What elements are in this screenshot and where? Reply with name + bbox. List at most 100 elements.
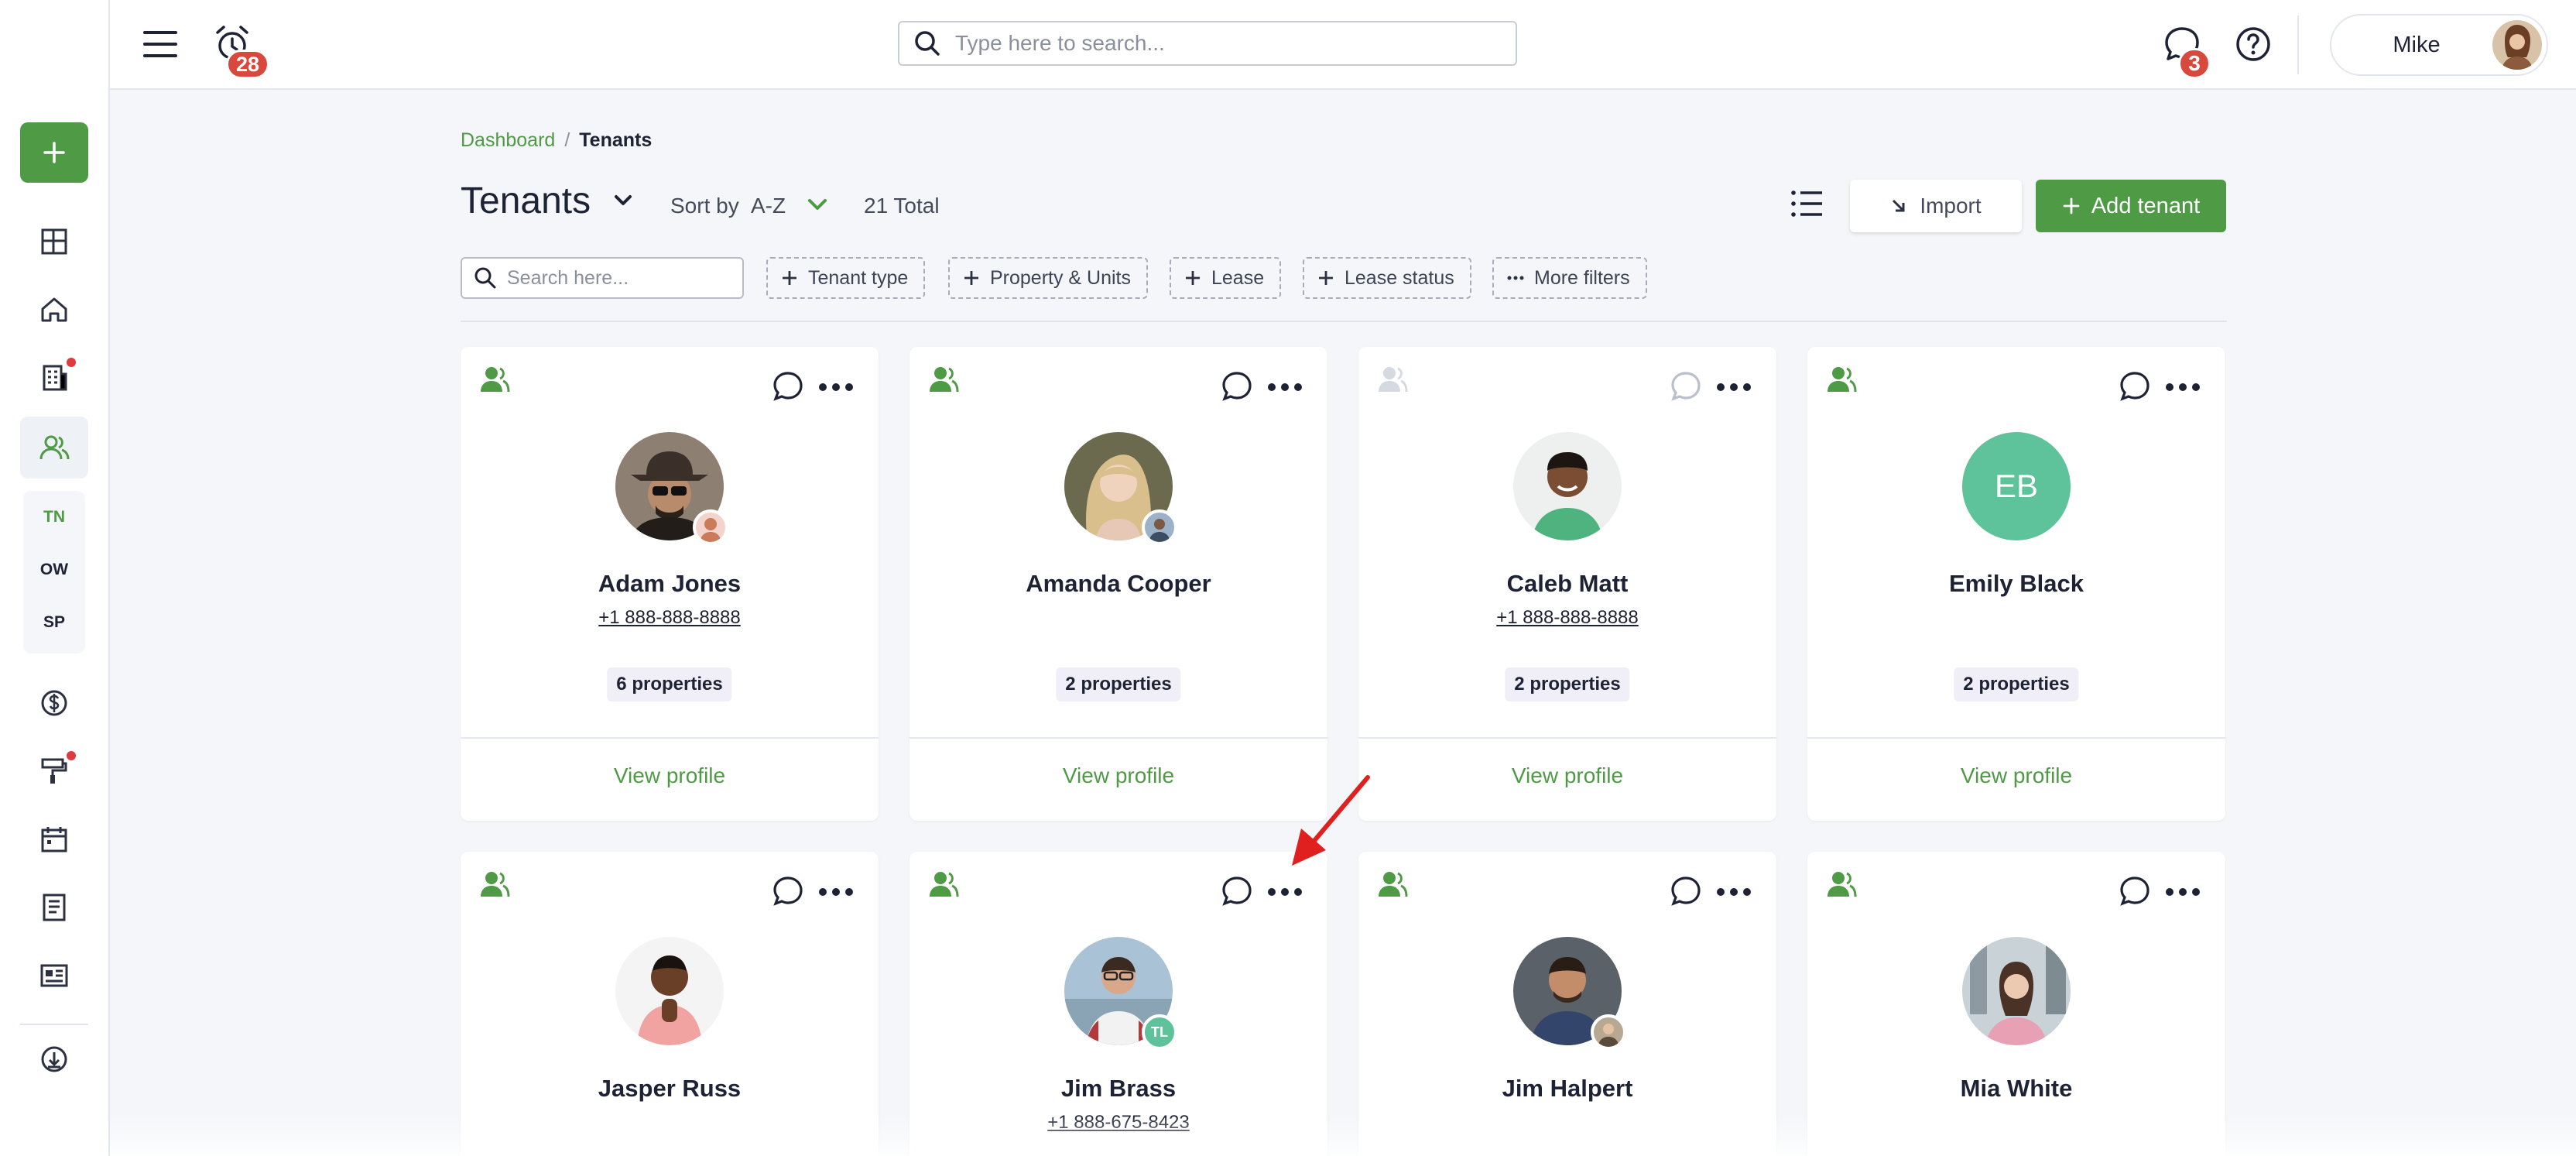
list-view-icon[interactable] [1790, 186, 1825, 221]
sidebar-item-leases[interactable] [20, 347, 88, 409]
message-tenant-icon[interactable] [2119, 370, 2151, 403]
user-menu[interactable]: Mike [2330, 14, 2548, 76]
notification-dot [67, 751, 76, 760]
tenant-name: Adam Jones [598, 570, 742, 597]
filter-tenant-type[interactable]: Tenant type [766, 257, 926, 299]
cloud-download-icon [41, 1046, 67, 1072]
tenant-type-icon [481, 872, 510, 897]
sidebar-item-documents[interactable] [20, 876, 88, 938]
document-icon [43, 894, 66, 921]
message-tenant-icon[interactable] [1670, 875, 1702, 907]
tenant-avatar[interactable]: TL [1064, 937, 1177, 1050]
tenant-phone[interactable]: +1 888-888-8888 [1358, 607, 1776, 629]
search-icon [915, 31, 940, 56]
search-icon [474, 267, 496, 289]
sidebar-divider [20, 1024, 88, 1025]
people-icon [39, 435, 70, 460]
page-title[interactable]: Tenants [461, 180, 591, 222]
tenant-avatar[interactable] [1064, 432, 1177, 545]
tenant-avatar[interactable] [1513, 937, 1626, 1050]
sidebar-item-people[interactable] [20, 417, 88, 479]
tenant-type-icon [1379, 367, 1408, 393]
tenant-avatar[interactable] [615, 432, 728, 545]
hamburger-menu-icon[interactable] [141, 25, 180, 63]
global-search[interactable] [898, 21, 1517, 66]
tenant-name: Caleb Matt [1506, 570, 1629, 597]
user-name: Mike [2393, 32, 2441, 57]
sidebar-sub-service-pros[interactable]: SP [23, 613, 85, 632]
view-profile-link[interactable]: View profile [461, 763, 879, 788]
tenant-photo [1962, 937, 2071, 1045]
card-divider [1807, 737, 2225, 739]
message-tenant-icon[interactable] [1670, 370, 1702, 403]
message-tenant-icon[interactable] [1221, 370, 1253, 403]
tenant-card: TL Jim Brass +1 888-675-8423 [909, 852, 1327, 1156]
message-tenant-icon[interactable] [1221, 875, 1253, 907]
import-button[interactable]: Import [1850, 180, 2022, 232]
sidebar: TN OW SP [0, 0, 110, 1156]
tenant-search[interactable] [461, 257, 744, 299]
view-profile-link[interactable]: View profile [909, 763, 1327, 788]
tenant-avatar[interactable]: EB [1962, 432, 2071, 540]
message-tenant-icon[interactable] [772, 370, 804, 403]
quick-add-button[interactable] [20, 122, 88, 183]
sidebar-item-reports[interactable] [20, 945, 88, 1007]
card-divider [461, 737, 879, 739]
total-count: 21 Total [864, 194, 940, 218]
import-label: Import [1920, 194, 1982, 218]
linked-contact-initials: TL [1142, 1014, 1177, 1050]
building-document-icon [43, 365, 67, 391]
dashboard-icon [41, 228, 67, 255]
filters-divider [461, 321, 2227, 322]
more-options-icon[interactable] [2163, 372, 2202, 403]
sidebar-item-dashboard[interactable] [20, 211, 88, 273]
tenant-card: Jasper Russ [461, 852, 879, 1156]
more-options-icon[interactable] [2163, 876, 2202, 907]
tenant-avatar[interactable] [1962, 937, 2071, 1045]
sidebar-item-calendar[interactable] [20, 808, 88, 870]
filter-lease-status[interactable]: Lease status [1303, 257, 1471, 299]
filter-label: Tenant type [808, 266, 909, 289]
help-icon[interactable] [2234, 25, 2273, 63]
more-options-icon[interactable] [817, 876, 855, 907]
message-tenant-icon[interactable] [772, 875, 804, 907]
more-options-icon[interactable] [1714, 372, 1753, 403]
view-profile-link[interactable]: View profile [1807, 763, 2225, 788]
tenant-card: Jim Halpert [1358, 852, 1776, 1156]
properties-badge: 6 properties [607, 667, 732, 701]
tenant-photo [615, 937, 724, 1045]
breadcrumb-dashboard-link[interactable]: Dashboard [461, 129, 555, 152]
sidebar-item-properties[interactable] [20, 279, 88, 341]
sort-value[interactable]: A-Z [751, 194, 786, 218]
tenant-avatar[interactable] [1513, 432, 1622, 540]
message-tenant-icon[interactable] [2119, 875, 2151, 907]
more-options-icon[interactable] [1266, 876, 1304, 907]
more-options-icon[interactable] [817, 372, 855, 403]
tenant-phone[interactable]: +1 888-675-8423 [909, 1112, 1327, 1134]
more-options-icon[interactable] [1714, 876, 1753, 907]
plus-icon [964, 271, 978, 285]
tenant-card: Caleb Matt +1 888-888-8888 2 properties … [1358, 347, 1776, 821]
tenant-search-input[interactable] [507, 266, 739, 290]
sidebar-sub-tenants[interactable]: TN [23, 508, 85, 527]
tenant-phone[interactable]: +1 888-888-8888 [461, 607, 879, 629]
filter-lease[interactable]: Lease [1170, 257, 1282, 299]
chevron-down-icon[interactable] [610, 187, 636, 214]
filter-more-filters[interactable]: More filters [1492, 257, 1647, 299]
more-options-icon[interactable] [1266, 372, 1304, 403]
paint-roller-icon [41, 758, 67, 784]
global-search-input[interactable] [955, 31, 1497, 56]
filter-property-units[interactable]: Property & Units [948, 257, 1149, 299]
add-tenant-button[interactable]: Add tenant [2036, 180, 2226, 232]
tenant-card: Amanda Cooper 2 properties View profile [909, 347, 1327, 821]
tenant-avatar[interactable] [615, 937, 724, 1045]
more-dots-icon [1507, 276, 1524, 280]
filter-label: Property & Units [990, 266, 1132, 289]
view-profile-link[interactable]: View profile [1358, 763, 1776, 788]
sidebar-item-downloads[interactable] [20, 1028, 88, 1090]
sort-chevron-down-icon[interactable] [803, 190, 831, 218]
tenant-type-icon [1379, 872, 1408, 897]
sidebar-item-maintenance[interactable] [20, 740, 88, 802]
sidebar-item-accounting[interactable] [20, 672, 88, 734]
sidebar-sub-owners[interactable]: OW [23, 561, 85, 579]
